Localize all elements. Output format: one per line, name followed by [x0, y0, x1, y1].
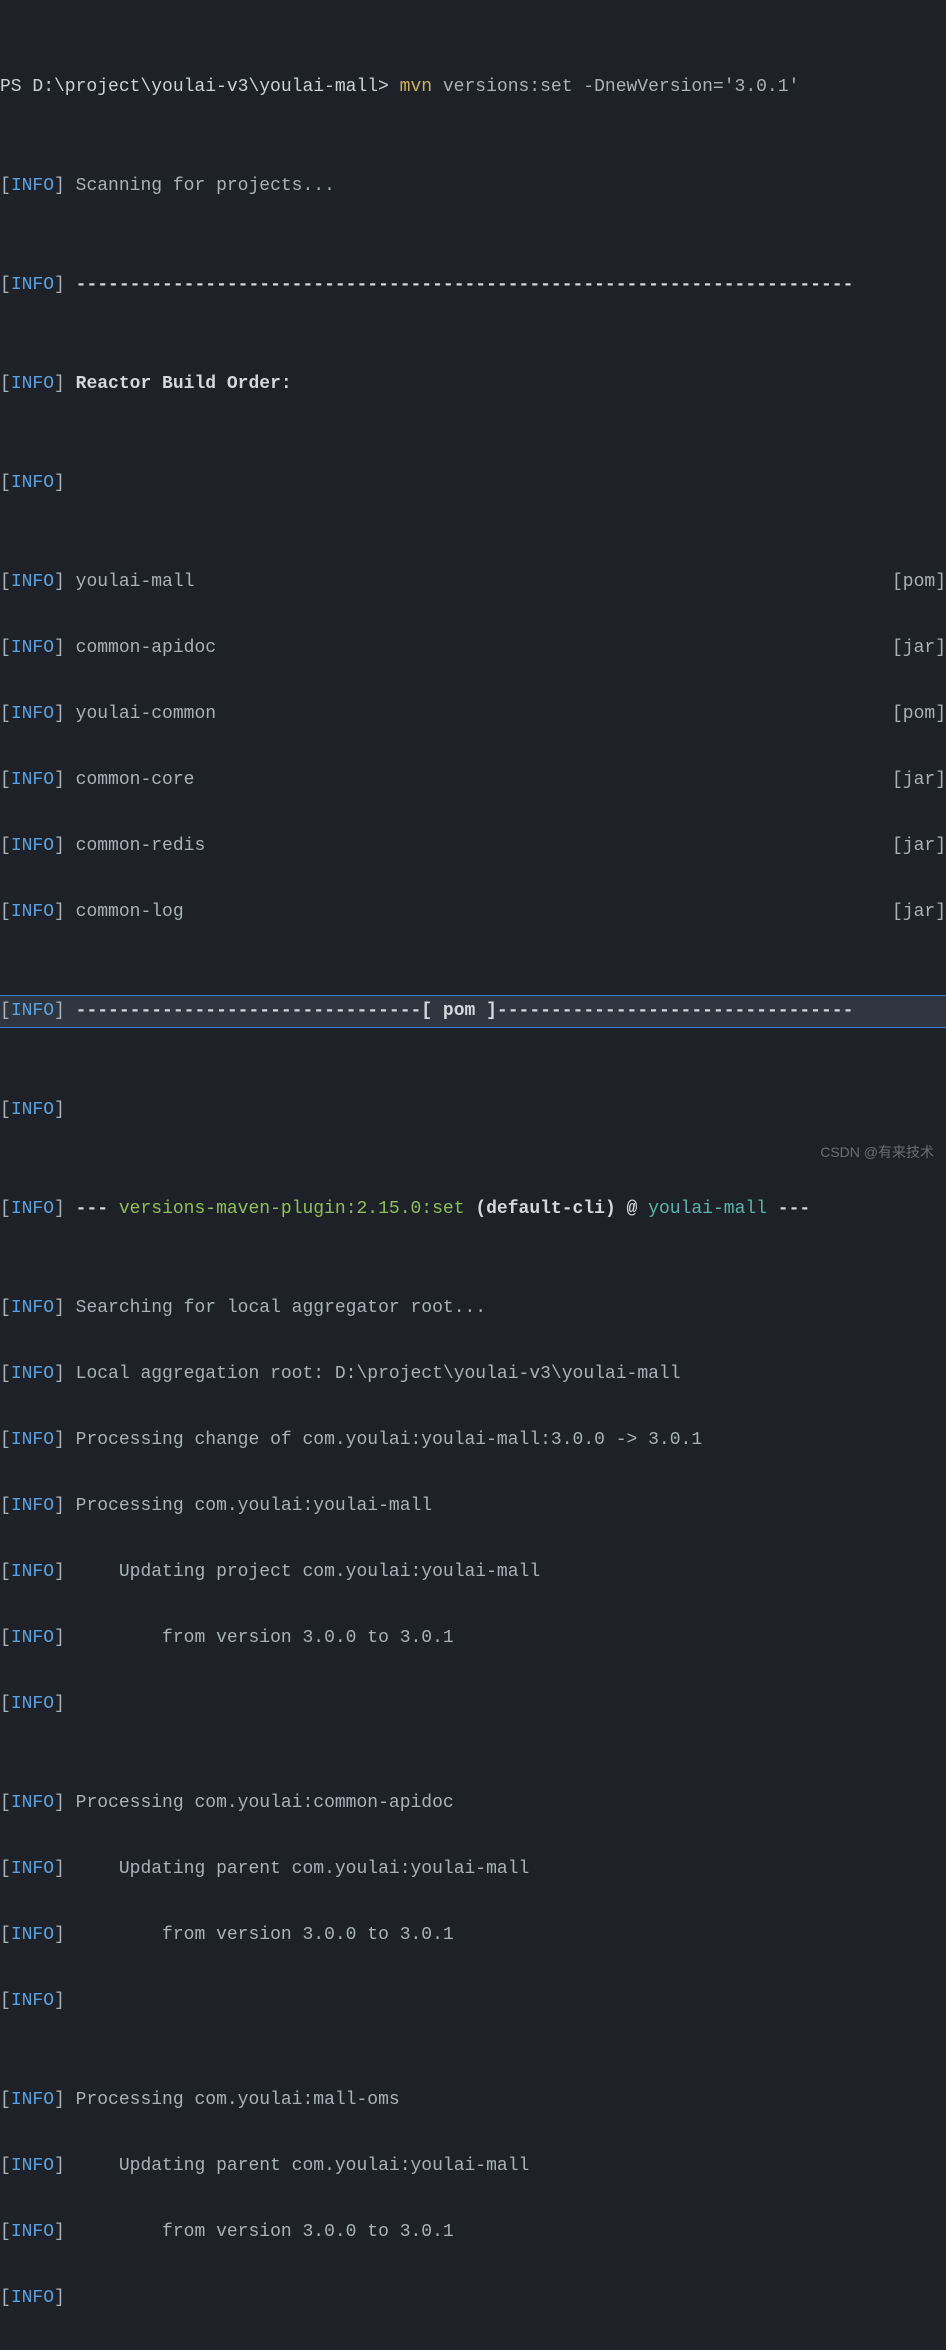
terminal-output[interactable]: PS D:\project\youlai-v3\youlai-mall> mvn…	[0, 0, 946, 2350]
log-line: [INFO] Processing com.youlai:youlai-mall	[0, 1490, 946, 1523]
module-row: [INFO] youlai-mall[pom]	[0, 566, 946, 599]
log-line: [INFO]	[0, 1094, 946, 1127]
packaging-type: [jar]	[892, 764, 946, 797]
log-line: [INFO]	[0, 1688, 946, 1721]
reactor-header: Reactor Build Order:	[76, 374, 292, 394]
packaging-type: [pom]	[892, 566, 946, 599]
prompt-path: PS D:\project\youlai-v3\youlai-mall>	[0, 77, 400, 97]
packaging-type: [jar]	[892, 896, 946, 929]
log-line: [INFO] Reactor Build Order:	[0, 368, 946, 401]
log-line: [INFO] from version 3.0.0 to 3.0.1	[0, 1622, 946, 1655]
log-line: [INFO] Updating parent com.youlai:youlai…	[0, 1853, 946, 1886]
module-row: [INFO] common-log[jar]	[0, 896, 946, 929]
log-line: [INFO]	[0, 2282, 946, 2315]
log-line: [INFO] from version 3.0.0 to 3.0.1	[0, 1919, 946, 1952]
plugin-goal: versions-maven-plugin:2.15.0:set	[119, 1199, 465, 1219]
highlighted-line: [INFO] --------------------------------[…	[0, 995, 946, 1028]
prompt-line: PS D:\project\youlai-v3\youlai-mall> mvn…	[0, 71, 946, 104]
log-line: [INFO] ---------------------------------…	[0, 269, 946, 302]
module-row: [INFO] youlai-common[pom]	[0, 698, 946, 731]
log-line: [INFO] Local aggregation root: D:\projec…	[0, 1358, 946, 1391]
log-line: [INFO]	[0, 1985, 946, 2018]
log-line: [INFO] Scanning for projects...	[0, 170, 946, 203]
packaging-type: [jar]	[892, 632, 946, 665]
log-line: [INFO] Processing com.youlai:mall-oms	[0, 2084, 946, 2117]
plugin-line: [INFO] --- versions-maven-plugin:2.15.0:…	[0, 1193, 946, 1226]
command-args: versions:set -DnewVersion='3.0.1'	[432, 77, 799, 97]
log-line: [INFO] Updating project com.youlai:youla…	[0, 1556, 946, 1589]
log-line: [INFO] Processing com.youlai:common-apid…	[0, 1787, 946, 1820]
log-line: [INFO] from version 3.0.0 to 3.0.1	[0, 2216, 946, 2249]
command-binary: mvn	[400, 77, 432, 97]
module-row: [INFO] common-core[jar]	[0, 764, 946, 797]
log-line: [INFO] Processing change of com.youlai:y…	[0, 1424, 946, 1457]
module-row: [INFO] common-apidoc[jar]	[0, 632, 946, 665]
log-line: [INFO] Updating parent com.youlai:youlai…	[0, 2150, 946, 2183]
module-row: [INFO] common-redis[jar]	[0, 830, 946, 863]
packaging-type: [jar]	[892, 830, 946, 863]
project-name: youlai-mall	[648, 1199, 767, 1219]
log-line: [INFO] Searching for local aggregator ro…	[0, 1292, 946, 1325]
packaging-type: [pom]	[892, 698, 946, 731]
log-level: INFO	[11, 176, 54, 196]
log-line: [INFO]	[0, 467, 946, 500]
